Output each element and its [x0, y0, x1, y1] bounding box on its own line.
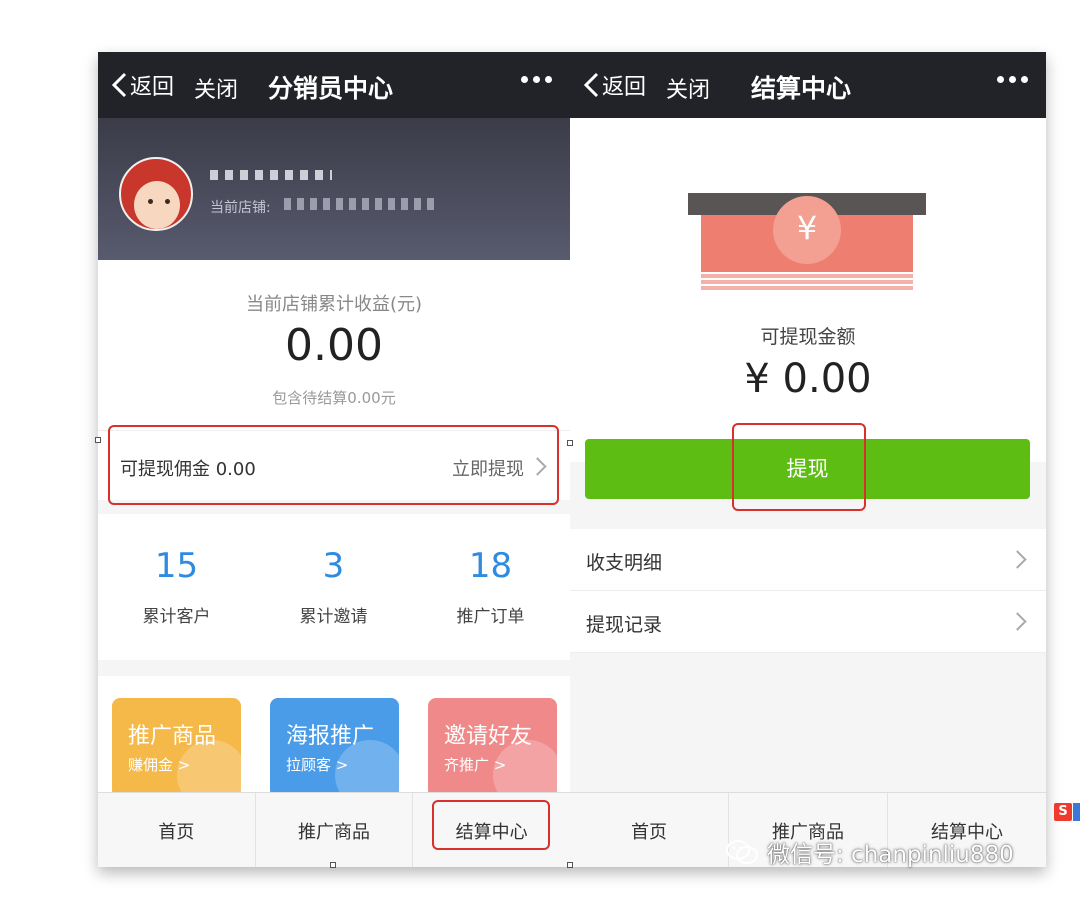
- stat-label: 推广订单: [456, 607, 525, 627]
- withdraw-panel: ¥ 可提现金额 ¥ 0.00: [570, 118, 1046, 462]
- tile-sub: 拉顾客 >: [286, 756, 349, 774]
- close-button[interactable]: 关闭: [666, 72, 710, 104]
- tile-sub: 赚佣金 >: [128, 756, 191, 774]
- stat-label: 累计邀请: [299, 607, 368, 627]
- page-title: 分销员中心: [268, 74, 394, 103]
- selection-handle: [95, 437, 101, 443]
- stat-value: 15: [154, 546, 199, 586]
- back-button[interactable]: 返回: [110, 70, 174, 100]
- yen-icon: ¥: [773, 196, 841, 264]
- wechat-watermark: 微信号: chanpinliu880: [725, 832, 1014, 872]
- back-label: 返回: [602, 75, 647, 100]
- stat-label: 累计客户: [142, 607, 211, 627]
- stat-orders[interactable]: 18 推广订单: [412, 514, 569, 660]
- chevron-left-icon: [111, 72, 127, 98]
- wechat-icon: [726, 840, 758, 864]
- distributor-center-screen: 返回 关闭 分销员中心 当前店铺: 当前店铺累计收益(元) 0.00 包含待结算…: [98, 52, 570, 867]
- highlight-settlement-tab: [432, 800, 550, 850]
- more-icon[interactable]: [997, 76, 1028, 83]
- list-item-transactions[interactable]: 收支明细: [570, 529, 1046, 591]
- list-item-withdraw-records[interactable]: 提现记录: [570, 591, 1046, 653]
- settlement-center-screen: 返回 关闭 结算中心 ¥ 可提现金额 ¥ 0.00 提现 收支明细 提现记录 首…: [570, 52, 1046, 867]
- close-button[interactable]: 关闭: [194, 72, 238, 104]
- page-title: 结算中心: [751, 74, 852, 103]
- watermark-text: 微信号: chanpinliu880: [767, 842, 1014, 868]
- records-list: 收支明细 提现记录: [570, 529, 1046, 653]
- tile-poster-promotion[interactable]: 海报推广 拉顾客 >: [270, 698, 399, 798]
- stat-value: 18: [468, 546, 513, 586]
- stat-invites[interactable]: 3 累计邀请: [255, 514, 412, 660]
- sogou-logo-fragment: [1073, 803, 1080, 821]
- withdrawable-amount-label: 可提现金额: [760, 326, 856, 348]
- more-icon[interactable]: [521, 76, 552, 83]
- current-shop-label: 当前店铺:: [210, 200, 271, 216]
- blurred-username: [210, 170, 332, 180]
- tile-invite-friends[interactable]: 邀请好友 齐推广 >: [428, 698, 557, 798]
- selection-handle: [567, 440, 573, 446]
- list-item-label: 收支明细: [586, 552, 663, 574]
- tab-home[interactable]: 首页: [98, 793, 256, 867]
- tile-title: 邀请好友: [444, 724, 533, 749]
- chevron-left-icon: [583, 72, 599, 98]
- tile-title: 推广商品: [128, 724, 217, 749]
- stat-value: 3: [322, 546, 345, 586]
- chevron-right-icon: [1008, 550, 1027, 569]
- tile-promote-products[interactable]: 推广商品 赚佣金 >: [112, 698, 241, 798]
- back-button[interactable]: 返回: [582, 70, 646, 100]
- earnings-title: 当前店铺累计收益(元): [245, 294, 423, 315]
- selection-handle: [330, 862, 336, 868]
- back-label: 返回: [130, 75, 175, 100]
- highlight-withdraw-button: [732, 423, 866, 511]
- earnings-pending: 包含待结算0.00元: [272, 389, 396, 407]
- stats-panel: 15 累计客户 3 累计邀请 18 推广订单: [98, 514, 570, 660]
- tab-home[interactable]: 首页: [570, 793, 729, 867]
- earnings-value: 0.00: [285, 320, 383, 371]
- tile-title: 海报推广: [286, 724, 375, 749]
- chevron-right-icon: [1008, 612, 1027, 631]
- action-tiles: 推广商品 赚佣金 > 海报推广 拉顾客 > 邀请好友 齐推广 >: [98, 676, 570, 798]
- highlight-commission: [108, 425, 559, 505]
- nav-bar: 返回 关闭 结算中心: [570, 52, 1046, 118]
- earnings-panel: 当前店铺累计收益(元) 0.00 包含待结算0.00元: [98, 260, 570, 430]
- nav-bar: 返回 关闭 分销员中心: [98, 52, 570, 118]
- list-item-label: 提现记录: [586, 614, 663, 636]
- tab-promote-products[interactable]: 推广商品: [256, 793, 414, 867]
- profile-header: 当前店铺:: [98, 118, 570, 260]
- tile-sub: 齐推广 >: [444, 756, 507, 774]
- withdrawable-amount: ¥ 0.00: [744, 356, 872, 402]
- selection-handle: [567, 862, 573, 868]
- sogou-logo-icon: S: [1054, 803, 1072, 821]
- avatar: [119, 157, 193, 231]
- blurred-shop-name: [284, 198, 440, 210]
- stat-customers[interactable]: 15 累计客户: [98, 514, 255, 660]
